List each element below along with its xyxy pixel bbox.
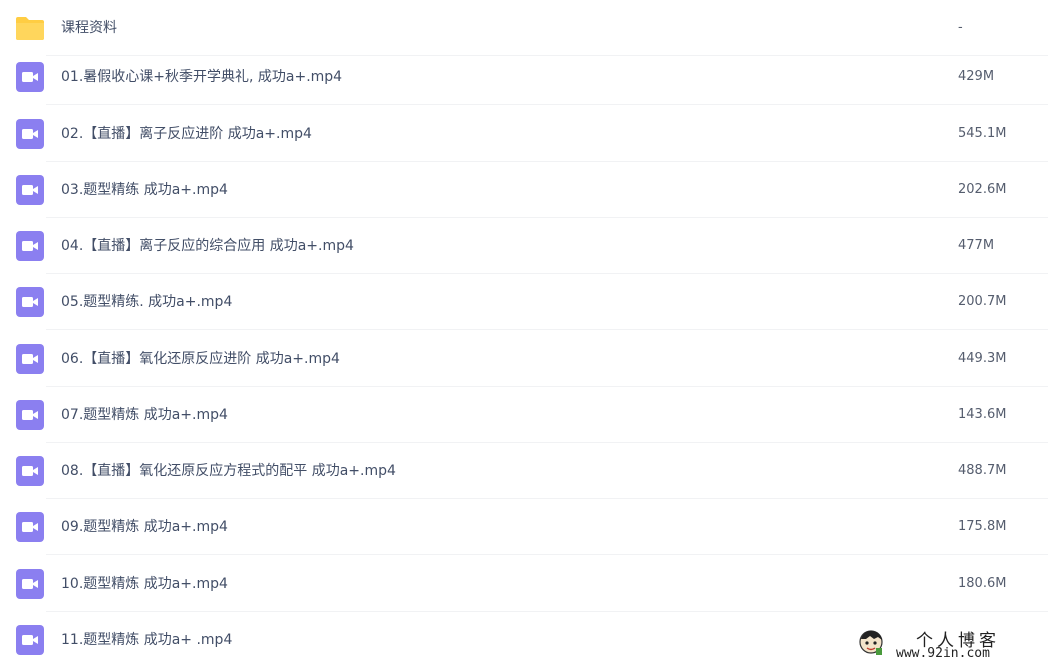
file-name[interactable]: 课程资料 xyxy=(61,19,117,37)
file-list: 课程资料 - 01.暑假收心课+秋季开学典礼, 成功a+.mp4 429M 02… xyxy=(0,0,1048,665)
folder-row[interactable]: 课程资料 - xyxy=(0,0,1048,56)
video-file-icon xyxy=(14,286,46,318)
file-name[interactable]: 07.题型精炼 成功a+.mp4 xyxy=(61,406,228,424)
file-size: 488.7M xyxy=(958,463,1007,478)
row-divider xyxy=(46,329,1048,330)
file-row[interactable]: 05.题型精练. 成功a+.mp4 200.7M xyxy=(0,274,1048,330)
file-row[interactable]: 06.【直播】氧化还原反应进阶 成功a+.mp4 449.3M xyxy=(0,331,1048,387)
video-file-icon xyxy=(14,61,46,93)
file-row[interactable]: 08.【直播】氧化还原反应方程式的配平 成功a+.mp4 488.7M xyxy=(0,443,1048,499)
folder-icon xyxy=(14,12,46,44)
file-name[interactable]: 05.题型精练. 成功a+.mp4 xyxy=(61,293,232,311)
video-file-icon xyxy=(14,343,46,375)
file-name[interactable]: 10.题型精炼 成功a+.mp4 xyxy=(61,575,228,593)
video-file-icon xyxy=(14,399,46,431)
file-size: 429M xyxy=(958,69,995,84)
video-file-icon xyxy=(14,511,46,543)
file-name[interactable]: 11.题型精炼 成功a+ .mp4 xyxy=(61,631,232,649)
file-row[interactable]: 07.题型精炼 成功a+.mp4 143.6M xyxy=(0,387,1048,443)
video-file-icon xyxy=(14,624,46,656)
file-size: 477M xyxy=(958,238,995,253)
file-row[interactable]: 01.暑假收心课+秋季开学典礼, 成功a+.mp4 429M xyxy=(0,49,1048,105)
video-file-icon xyxy=(14,568,46,600)
file-row[interactable]: 03.题型精练 成功a+.mp4 202.6M xyxy=(0,162,1048,218)
row-divider xyxy=(46,104,1048,105)
file-row[interactable]: 09.题型精炼 成功a+.mp4 175.8M xyxy=(0,499,1048,555)
row-divider xyxy=(46,554,1048,555)
file-name[interactable]: 09.题型精炼 成功a+.mp4 xyxy=(61,518,228,536)
video-file-icon xyxy=(14,174,46,206)
file-size: 180.6M xyxy=(958,576,1007,591)
file-size: 175.8M xyxy=(958,519,1007,534)
file-name[interactable]: 01.暑假收心课+秋季开学典礼, 成功a+.mp4 xyxy=(61,68,342,86)
file-size: 202.6M xyxy=(958,182,1007,197)
file-name[interactable]: 03.题型精练 成功a+.mp4 xyxy=(61,181,228,199)
watermark-url: www.92in.com xyxy=(896,646,990,661)
file-name[interactable]: 08.【直播】氧化还原反应方程式的配平 成功a+.mp4 xyxy=(61,462,396,480)
mascot-avatar-icon xyxy=(856,628,886,658)
file-name[interactable]: 04.【直播】离子反应的综合应用 成功a+.mp4 xyxy=(61,237,354,255)
file-size: 545.1M xyxy=(958,126,1007,141)
file-row[interactable]: 10.题型精炼 成功a+.mp4 180.6M xyxy=(0,556,1048,612)
file-name[interactable]: 06.【直播】氧化还原反应进阶 成功a+.mp4 xyxy=(61,350,340,368)
file-size: 449.3M xyxy=(958,351,1007,366)
video-file-icon xyxy=(14,230,46,262)
video-file-icon xyxy=(14,118,46,150)
video-file-icon xyxy=(14,455,46,487)
file-name[interactable]: 02.【直播】离子反应进阶 成功a+.mp4 xyxy=(61,125,312,143)
file-size: - xyxy=(958,20,963,35)
file-row[interactable]: 04.【直播】离子反应的综合应用 成功a+.mp4 477M xyxy=(0,218,1048,274)
blog-watermark: 个人博客 www.92in.com xyxy=(856,626,1042,662)
file-size: 143.6M xyxy=(958,407,1007,422)
file-size: 200.7M xyxy=(958,294,1007,309)
file-row[interactable]: 02.【直播】离子反应进阶 成功a+.mp4 545.1M xyxy=(0,106,1048,162)
